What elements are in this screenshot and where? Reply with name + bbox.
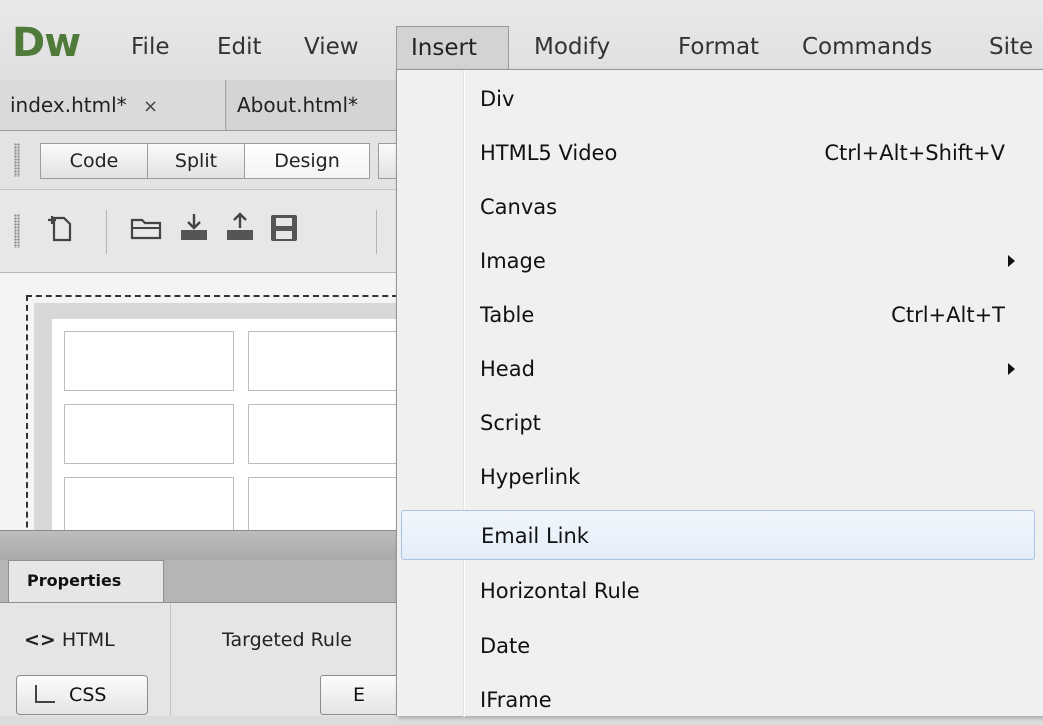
menu-item-label: Hyperlink bbox=[480, 465, 581, 489]
html-mode-button[interactable]: <> HTML bbox=[24, 623, 115, 657]
targeted-rule-label: Targeted Rule bbox=[222, 629, 352, 651]
menu-item-label: Div bbox=[480, 87, 515, 111]
tab-about-html[interactable]: About.html* bbox=[227, 80, 407, 130]
split-view-button[interactable]: Split bbox=[147, 143, 245, 179]
menu-item-label: Script bbox=[480, 411, 541, 435]
menu-item-date[interactable]: Date bbox=[401, 621, 1035, 671]
menu-file[interactable]: File bbox=[117, 26, 184, 70]
menu-commands[interactable]: Commands bbox=[788, 26, 946, 70]
menu-item-iframe[interactable]: IFrame bbox=[401, 675, 1035, 725]
menu-item-label: HTML5 Video bbox=[480, 141, 618, 165]
table-cell[interactable] bbox=[248, 477, 418, 537]
menu-item-canvas[interactable]: Canvas bbox=[401, 182, 1035, 232]
menu-item-script[interactable]: Script bbox=[401, 398, 1035, 448]
design-view-button[interactable]: Design bbox=[244, 143, 370, 179]
menu-item-shortcut: Ctrl+Alt+Shift+V bbox=[824, 141, 1005, 165]
menu-item-label: Table bbox=[480, 303, 535, 327]
menu-item-hyperlink[interactable]: Hyperlink bbox=[401, 452, 1035, 502]
menu-item-label: Date bbox=[480, 634, 531, 658]
menu-item-table[interactable]: Table Ctrl+Alt+T bbox=[401, 290, 1035, 340]
menu-format[interactable]: Format bbox=[664, 26, 773, 70]
toolbar-grip-icon[interactable] bbox=[14, 214, 20, 248]
menu-item-label: Image bbox=[480, 249, 546, 273]
menu-item-div[interactable]: Div bbox=[401, 74, 1035, 124]
get-file-icon[interactable] bbox=[176, 210, 212, 246]
menu-item-label: IFrame bbox=[480, 688, 552, 712]
tab-properties[interactable]: Properties bbox=[8, 560, 164, 602]
properties-panel-header[interactable] bbox=[0, 530, 400, 561]
table-cell[interactable] bbox=[64, 404, 234, 464]
menu-edit[interactable]: Edit bbox=[203, 26, 276, 70]
menu-item-html5-video[interactable]: HTML5 Video Ctrl+Alt+Shift+V bbox=[401, 128, 1035, 178]
menu-item-email-link[interactable]: Email Link bbox=[401, 510, 1035, 560]
tab-index-html[interactable]: index.html* × bbox=[0, 80, 226, 130]
insert-menu: Div HTML5 Video Ctrl+Alt+Shift+V Canvas … bbox=[396, 69, 1043, 717]
menu-view[interactable]: View bbox=[290, 26, 373, 70]
properties-tab-strip: Properties bbox=[0, 560, 400, 603]
css-mode-label: CSS bbox=[69, 684, 107, 706]
document-toolbar: Code Split Design bbox=[0, 131, 408, 190]
code-brackets-icon: <> bbox=[24, 629, 56, 651]
properties-panel: <> HTML CSS Targeted Rule E bbox=[0, 603, 410, 716]
tab-label: index.html* bbox=[10, 93, 127, 117]
toolbar-separator bbox=[376, 210, 377, 254]
submenu-arrow-icon bbox=[1008, 363, 1015, 375]
table-cell[interactable] bbox=[248, 404, 418, 464]
menu-item-horizontal-rule[interactable]: Horizontal Rule bbox=[401, 566, 1035, 616]
menu-item-image[interactable]: Image bbox=[401, 236, 1035, 286]
standard-toolbar bbox=[0, 190, 400, 273]
menu-item-head[interactable]: Head bbox=[401, 344, 1035, 394]
toolbar-grip-icon[interactable] bbox=[14, 143, 20, 177]
menu-item-label: Head bbox=[480, 357, 535, 381]
new-document-icon[interactable] bbox=[44, 210, 80, 246]
table-cell[interactable] bbox=[248, 331, 418, 391]
menu-modify[interactable]: Modify bbox=[520, 26, 624, 70]
menu-insert[interactable]: Insert bbox=[396, 26, 509, 70]
tab-label: About.html* bbox=[237, 93, 359, 117]
toolbar-separator bbox=[106, 210, 107, 254]
html-mode-label: HTML bbox=[61, 629, 115, 651]
menu-item-label: Horizontal Rule bbox=[480, 579, 640, 603]
page-body[interactable] bbox=[52, 319, 418, 539]
code-view-button[interactable]: Code bbox=[40, 143, 148, 179]
menu-item-shortcut: Ctrl+Alt+T bbox=[891, 303, 1005, 327]
css-mode-button[interactable]: CSS bbox=[16, 675, 148, 715]
open-folder-icon[interactable] bbox=[128, 210, 164, 246]
submenu-arrow-icon bbox=[1008, 255, 1015, 267]
table-cell[interactable] bbox=[64, 477, 234, 537]
menu-site[interactable]: Site bbox=[975, 26, 1043, 70]
css-icon bbox=[35, 685, 55, 703]
properties-mode-column: <> HTML CSS bbox=[0, 603, 171, 716]
menu-item-label: Canvas bbox=[480, 195, 558, 219]
dreamweaver-logo: Dw bbox=[12, 20, 81, 66]
design-canvas[interactable] bbox=[0, 273, 418, 557]
table-cell[interactable] bbox=[64, 331, 234, 391]
close-icon[interactable]: × bbox=[143, 96, 158, 117]
menu-item-label: Email Link bbox=[481, 524, 589, 548]
save-icon[interactable] bbox=[266, 210, 302, 246]
document-tab-bar: index.html* × About.html* bbox=[0, 80, 407, 131]
put-file-icon[interactable] bbox=[222, 210, 258, 246]
